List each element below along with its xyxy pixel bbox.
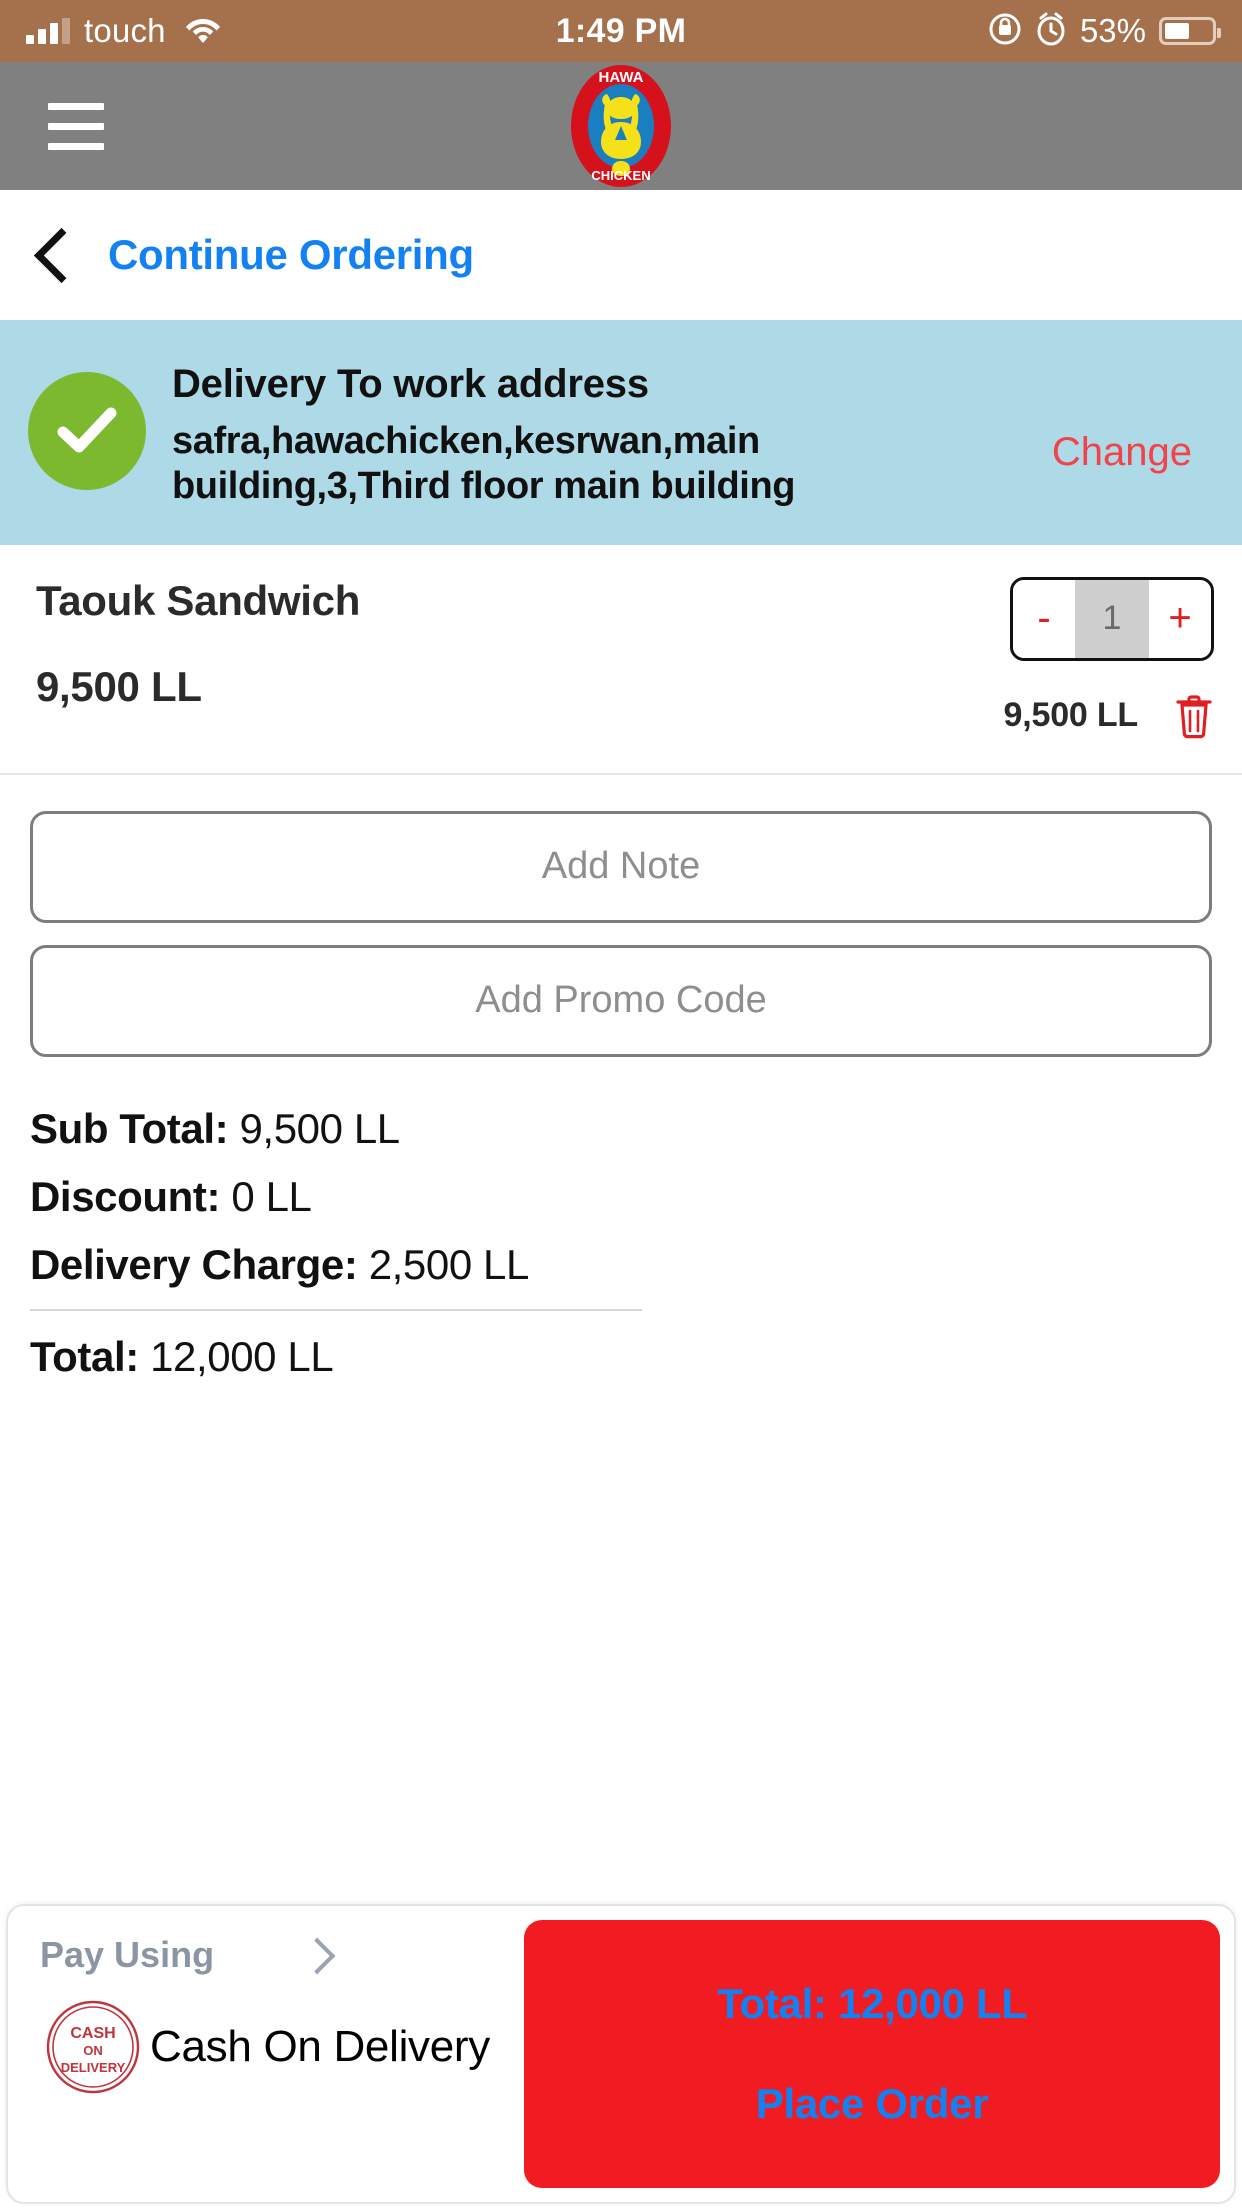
add-promo-code-input[interactable]: Add Promo Code [30,944,1212,1057]
payment-method-name: Cash On Delivery [150,2022,490,2072]
cart-item-controls: - 1 + 9,500 LL [874,576,1214,739]
battery-percentage: 53% [1079,12,1146,49]
place-order-button[interactable]: Total: 12,000 LL Place Order [524,1920,1220,2188]
total-value: 12,000 LL [150,1332,334,1380]
chevron-right-icon[interactable] [302,1941,330,1969]
hawa-chicken-logo[interactable]: HAWA CHICKEN [569,64,673,188]
svg-text:CASH: CASH [70,2025,115,2042]
continue-ordering-row[interactable]: Continue Ordering [0,190,1242,320]
change-address-button[interactable]: Change [1052,430,1192,475]
status-bar: touch 1:49 PM 53% [0,0,1242,62]
delivery-charge-label: Delivery Charge: [30,1240,358,1288]
check-circle-icon [28,372,146,490]
discount-value: 0 LL [231,1172,312,1220]
add-note-input[interactable]: Add Note [30,810,1212,923]
pay-using-row[interactable]: Pay Using [40,1934,330,1976]
carrier-name: touch [84,12,166,49]
delivery-charge-value: 2,500 LL [368,1240,530,1288]
payment-bar: Pay Using CASH ON DELIVERY Cash On Deliv… [6,1904,1236,2204]
place-order-label: Place Order [755,2080,989,2127]
rotation-lock-icon [988,12,1022,51]
discount-label: Discount: [30,1172,221,1220]
sub-total-label: Sub Total: [30,1104,229,1152]
payment-method-section[interactable]: Pay Using CASH ON DELIVERY Cash On Deliv… [22,1920,512,2188]
continue-ordering-label[interactable]: Continue Ordering [108,231,474,279]
order-fields: Add Note Add Promo Code [0,775,1242,1079]
app-screen: touch 1:49 PM 53% HAWA CHICKEN Continue … [0,0,1242,2208]
signal-bars-icon [26,18,70,44]
cart-item-line-total: 9,500 LL [1003,696,1139,735]
delivery-text-block: Delivery To work address safra,hawachick… [172,358,1026,509]
svg-text:HAWA: HAWA [599,69,644,86]
totals-divider [30,1308,642,1311]
wifi-icon [184,14,222,49]
place-order-total: Total: 12,000 LL [717,1980,1027,2027]
sub-total-row: Sub Total: 9,500 LL [30,1105,1212,1153]
status-bar-right: 53% [988,12,1221,51]
cart-item-unit-price: 9,500 LL [36,662,202,710]
discount-row: Discount: 0 LL [30,1173,1212,1221]
cart-item-row: Taouk Sandwich 9,500 LL - 1 + 9,500 LL [0,544,1242,775]
decrement-quantity-button[interactable]: - [1013,579,1075,658]
sub-total-value: 9,500 LL [239,1104,400,1152]
total-label: Total: [30,1332,139,1380]
delivery-charge-row: Delivery Charge: 2,500 LL [30,1241,1212,1289]
alarm-clock-icon [1035,12,1067,51]
svg-text:ON: ON [83,2043,103,2058]
quantity-stepper: - 1 + [1010,576,1214,661]
trash-icon[interactable] [1174,693,1214,739]
delivery-address: safra,hawachicken,kesrwan,main building,… [172,420,796,507]
cart-item-total-row: 9,500 LL [1004,693,1214,739]
battery-icon [1159,17,1221,45]
delivery-address-banner: Delivery To work address safra,hawachick… [0,320,1242,545]
cart-item-info: Taouk Sandwich 9,500 LL [36,577,874,711]
order-totals: Sub Total: 9,500 LL Discount: 0 LL Deliv… [0,1079,1242,1401]
svg-text:DELIVERY: DELIVERY [61,2060,126,2075]
app-bar: HAWA CHICKEN [0,62,1242,190]
quantity-value[interactable]: 1 [1075,579,1149,658]
total-row: Total: 12,000 LL [30,1333,1212,1381]
hamburger-menu-icon[interactable] [48,102,104,150]
selected-payment-method[interactable]: CASH ON DELIVERY Cash On Delivery [40,1998,512,2096]
cart-item-name: Taouk Sandwich [36,576,361,624]
pay-using-label: Pay Using [40,1934,215,1975]
increment-quantity-button[interactable]: + [1149,579,1211,658]
cash-on-delivery-stamp-icon: CASH ON DELIVERY [44,1998,142,2096]
status-bar-left: touch [26,12,222,50]
svg-text:CHICKEN: CHICKEN [591,168,650,183]
chevron-left-icon[interactable] [26,228,80,282]
delivery-title: Delivery To work address [172,362,649,406]
